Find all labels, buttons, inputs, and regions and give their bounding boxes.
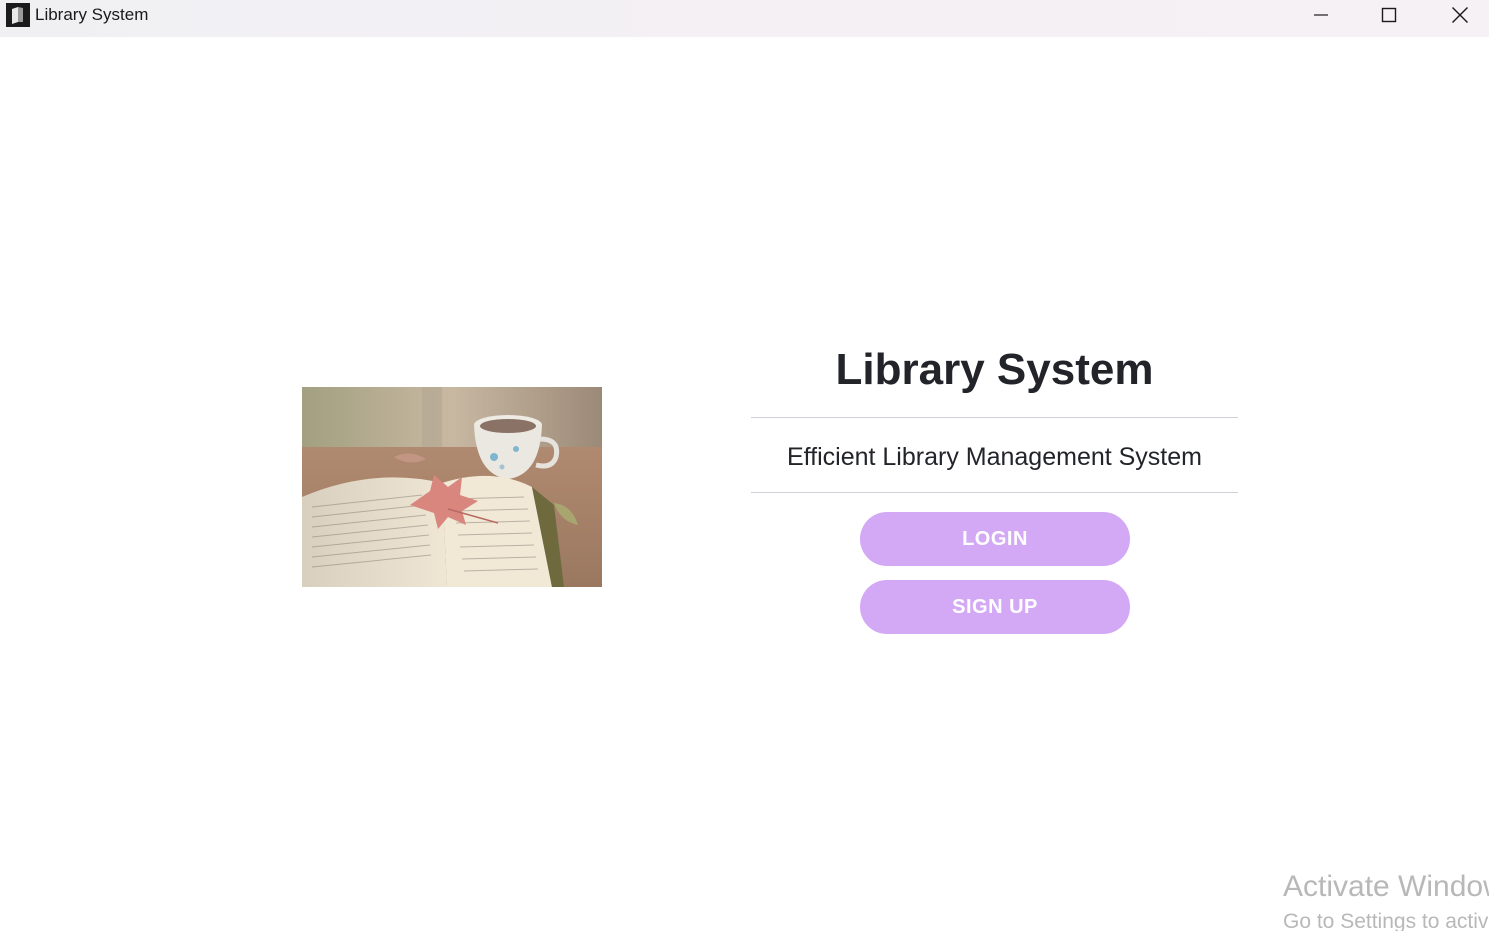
- minimize-icon: [1314, 14, 1328, 16]
- page-title: Library System: [835, 345, 1154, 394]
- tagline: Efficient Library Management System: [786, 443, 1202, 471]
- minimize-button[interactable]: [1286, 0, 1356, 30]
- book-coffee-photo: [302, 387, 602, 587]
- maximize-icon: [1381, 7, 1397, 23]
- close-button[interactable]: [1425, 0, 1489, 30]
- activation-watermark-title: Activate Windows: [1283, 870, 1489, 903]
- close-icon: [1452, 7, 1468, 23]
- signup-button[interactable]: SIGN UP: [860, 580, 1130, 634]
- window-title: Library System: [35, 5, 149, 24]
- title-bar[interactable]: Library System: [0, 0, 1489, 37]
- book-icon: [6, 3, 30, 27]
- divider: [751, 417, 1238, 418]
- app-window: Library System Library System Efficient …: [0, 0, 1489, 931]
- activation-watermark-subtitle: Go to Settings to activate Windows.: [1283, 910, 1489, 931]
- maximize-button[interactable]: [1354, 0, 1424, 30]
- divider: [751, 492, 1238, 493]
- login-button[interactable]: LOGIN: [860, 512, 1130, 566]
